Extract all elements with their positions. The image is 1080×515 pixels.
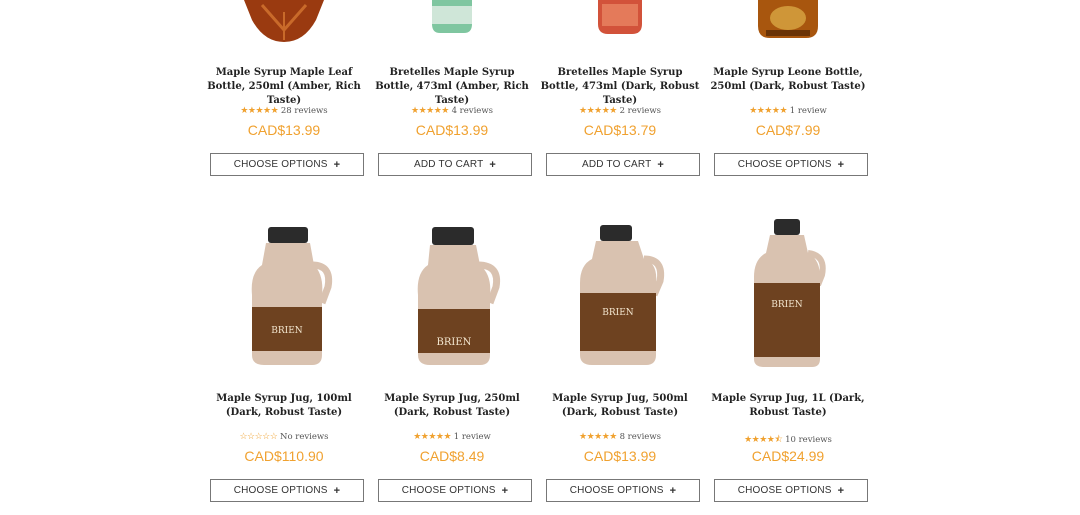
button-label: CHOOSE OPTIONS — [401, 485, 496, 496]
plus-icon: + — [669, 484, 677, 497]
product-title[interactable]: Maple Syrup Leone Bottle, 250ml (Dark, R… — [708, 66, 868, 94]
product-title[interactable]: Maple Syrup Maple Leaf Bottle, 250ml (Am… — [204, 66, 364, 108]
add-to-cart-button[interactable]: ADD TO CART + — [546, 153, 700, 176]
add-to-cart-button[interactable]: ADD TO CART + — [378, 153, 532, 176]
product-rating: ★★★★⯪ 10 reviews — [708, 432, 868, 448]
star-icon: ★★★★⯪ — [744, 435, 783, 445]
review-count[interactable]: 2 reviews — [620, 106, 661, 116]
choose-options-button[interactable]: CHOOSE OPTIONS + — [210, 479, 364, 502]
plus-icon: + — [489, 158, 497, 171]
button-label: CHOOSE OPTIONS — [737, 159, 832, 170]
product-image-jug-250ml[interactable]: BRIEN — [372, 225, 532, 370]
choose-options-button[interactable]: CHOOSE OPTIONS + — [210, 153, 364, 176]
product-title[interactable]: Bretelles Maple Syrup Bottle, 473ml (Dar… — [540, 66, 700, 108]
jug-label: BRIEN — [271, 326, 303, 336]
product-price: CAD$7.99 — [755, 122, 821, 138]
review-count[interactable]: 10 reviews — [785, 435, 832, 445]
product-price: CAD$13.79 — [583, 122, 657, 138]
product-price: CAD$13.99 — [583, 448, 657, 464]
product-price: CAD$8.49 — [419, 448, 485, 464]
choose-options-button[interactable]: CHOOSE OPTIONS + — [714, 479, 868, 502]
product-title[interactable]: Bretelles Maple Syrup Bottle, 473ml (Amb… — [372, 66, 532, 108]
product-image-jug-1l[interactable]: BRIEN — [708, 219, 868, 371]
product-rating: ★★★★★ 8 reviews — [540, 432, 700, 442]
jug-label: BRIEN — [602, 308, 634, 318]
product-image-jug-500ml[interactable]: BRIEN — [540, 223, 700, 370]
product-price: CAD$13.99 — [415, 122, 489, 138]
choose-options-button[interactable]: CHOOSE OPTIONS + — [378, 479, 532, 502]
product-rating: ★★★★★ 2 reviews — [540, 106, 700, 116]
product-rating: ☆☆☆☆☆ No reviews — [204, 432, 364, 442]
plus-icon: + — [837, 484, 845, 497]
plus-icon: + — [501, 484, 509, 497]
product-price: CAD$13.99 — [247, 122, 321, 138]
product-rating: ★★★★★ 4 reviews — [372, 106, 532, 116]
button-label: CHOOSE OPTIONS — [569, 485, 664, 496]
product-image-maple-leaf-bottle[interactable] — [204, 0, 364, 45]
star-icon: ★★★★★ — [411, 106, 449, 116]
jug-label: BRIEN — [771, 300, 803, 310]
product-title[interactable]: Maple Syrup Jug, 1L (Dark, Robust Taste) — [708, 392, 868, 420]
review-count[interactable]: 1 review — [454, 432, 491, 442]
jug-label: BRIEN — [437, 337, 472, 348]
product-image-bretelles-amber[interactable] — [372, 0, 532, 40]
choose-options-button[interactable]: CHOOSE OPTIONS + — [546, 479, 700, 502]
button-label: ADD TO CART — [413, 159, 484, 170]
plus-icon: + — [333, 484, 341, 497]
product-rating: ★★★★★ 1 review — [708, 106, 868, 116]
star-icon: ★★★★★ — [579, 106, 617, 116]
button-label: CHOOSE OPTIONS — [233, 485, 328, 496]
button-label: CHOOSE OPTIONS — [737, 485, 832, 496]
review-count[interactable]: 28 reviews — [281, 106, 328, 116]
review-count[interactable]: No reviews — [280, 432, 329, 442]
review-count[interactable]: 1 review — [790, 106, 827, 116]
product-title[interactable]: Maple Syrup Jug, 100ml (Dark, Robust Tas… — [204, 392, 364, 420]
plus-icon: + — [837, 158, 845, 171]
plus-icon: + — [657, 158, 665, 171]
product-rating: ★★★★★ 1 review — [372, 432, 532, 442]
star-icon: ☆☆☆☆☆ — [239, 432, 278, 442]
product-price: CAD$24.99 — [751, 448, 825, 464]
product-title[interactable]: Maple Syrup Jug, 250ml (Dark, Robust Tas… — [372, 392, 532, 420]
button-label: ADD TO CART — [581, 159, 652, 170]
plus-icon: + — [333, 158, 341, 171]
star-icon: ★★★★★ — [240, 106, 279, 116]
choose-options-button[interactable]: CHOOSE OPTIONS + — [714, 153, 868, 176]
review-count[interactable]: 8 reviews — [620, 432, 661, 442]
product-price: CAD$110.90 — [244, 448, 324, 464]
star-icon: ★★★★★ — [749, 106, 788, 116]
review-count[interactable]: 4 reviews — [452, 106, 493, 116]
product-row-top: Maple Syrup Maple Leaf Bottle, 250ml (Am… — [204, 0, 876, 200]
product-title[interactable]: Maple Syrup Jug, 500ml (Dark, Robust Tas… — [540, 392, 700, 420]
product-image-leone-bottle[interactable] — [708, 0, 868, 42]
product-image-bretelles-dark[interactable] — [540, 0, 700, 40]
product-image-jug-100ml[interactable]: BRIEN — [204, 225, 364, 370]
product-row-bottom: BRIEN Maple Syrup Jug, 100ml (Dark, Robu… — [204, 215, 876, 515]
product-rating: ★★★★★ 28 reviews — [204, 106, 364, 116]
button-label: CHOOSE OPTIONS — [233, 159, 328, 170]
star-icon: ★★★★★ — [579, 432, 617, 442]
star-icon: ★★★★★ — [413, 432, 452, 442]
